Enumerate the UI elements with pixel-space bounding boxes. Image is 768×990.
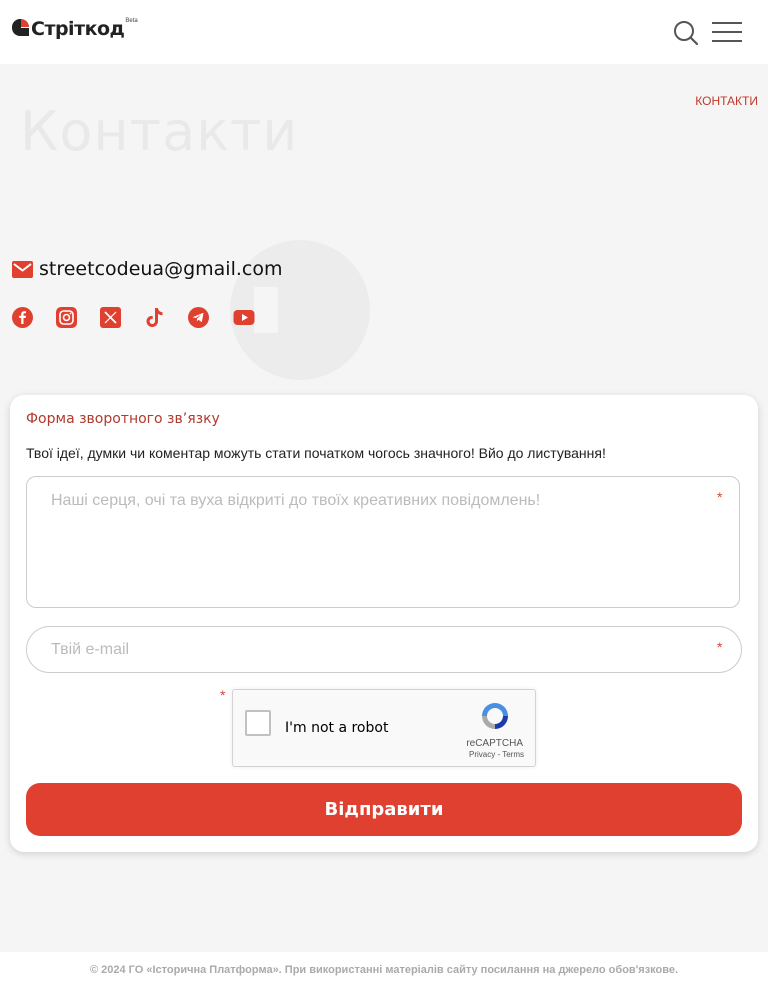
site-footer: © 2024 ГО «Історична Платформа». При вик… [0,952,768,990]
captcha-checkbox[interactable] [245,710,271,736]
copyright-text: © 2024 ГО «Історична Платформа». При вик… [89,964,679,976]
captcha-required-mark: * [220,687,226,703]
recaptcha-logo-icon [482,703,508,729]
required-mark: * [717,489,723,505]
recaptcha-widget: I'm not a robot reCAPTCHA Privacy - Term… [232,689,536,767]
captcha-links[interactable]: Privacy - Terms [469,750,524,759]
tiktok-icon[interactable] [144,307,165,328]
site-header: Стріткод Beta [0,0,768,64]
search-icon [674,21,699,46]
logo-mark-icon [12,19,29,36]
email-input[interactable]: Твій e-mail * [26,626,742,673]
telegram-icon[interactable] [188,307,209,328]
submit-button[interactable]: Відправити [26,783,742,836]
hamburger-menu-icon[interactable] [712,22,742,42]
x-icon[interactable] [100,307,121,328]
mail-icon [12,260,33,278]
required-mark: * [717,639,723,655]
message-placeholder: Наші серця, очі та вуха відкриті до твої… [51,492,541,509]
page-title: Контакти [20,100,299,163]
logo[interactable]: Стріткод Beta [12,18,138,40]
beta-badge: Beta [125,18,138,24]
search-button[interactable] [672,19,700,47]
captcha-label: I'm not a robot [285,720,389,736]
message-textarea[interactable]: Наші серця, очі та вуха відкриті до твої… [26,476,740,608]
youtube-icon[interactable] [232,307,256,328]
form-description: Твої ідеї, думки чи коментар можуть стат… [26,445,606,461]
feedback-form-card: Форма зворотного зв’язку Твої ідеї, думк… [10,395,758,852]
contact-email[interactable]: streetcodeua@gmail.com [12,258,282,280]
social-links [12,307,279,328]
logo-text: Стріткод [31,18,125,40]
email-link[interactable]: streetcodeua@gmail.com [39,258,282,280]
form-title: Форма зворотного зв’язку [26,411,220,427]
email-placeholder: Твій e-mail [51,641,130,658]
facebook-icon[interactable] [12,307,33,328]
captcha-brand: reCAPTCHA [466,738,523,749]
instagram-icon[interactable] [56,307,77,328]
breadcrumb[interactable]: КОНТАКТИ [695,94,758,108]
